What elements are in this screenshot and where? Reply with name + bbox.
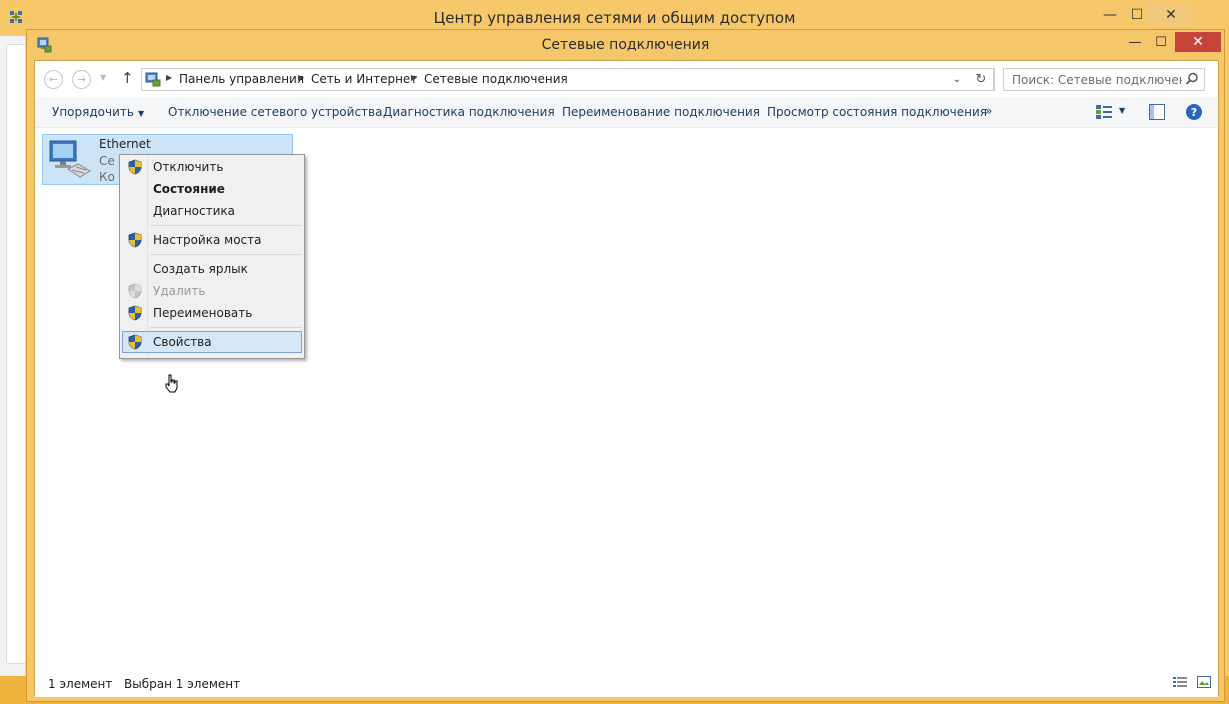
- back-button[interactable]: ←: [44, 70, 63, 89]
- organize-label: Упорядочить: [52, 105, 134, 119]
- view-options-chevron-down-icon[interactable]: ▼: [1119, 106, 1125, 115]
- close-button[interactable]: ✕: [1175, 32, 1221, 52]
- background-minimize-button[interactable]: —: [1097, 4, 1123, 26]
- menu-item-delete: Удалить: [122, 280, 302, 302]
- search-box[interactable]: [1003, 68, 1205, 91]
- menu-item-disable[interactable]: Отключить: [122, 156, 302, 178]
- breadcrumb-separator-icon: ▶: [166, 73, 173, 82]
- organize-button[interactable]: Упорядочить ▼: [52, 105, 144, 119]
- more-commands-button[interactable]: »: [985, 104, 992, 118]
- forward-button[interactable]: →: [72, 70, 91, 89]
- menu-item-create-shortcut[interactable]: Создать ярлык: [122, 258, 302, 280]
- uac-shield-icon: [128, 334, 142, 350]
- breadcrumb-network-connections[interactable]: Сетевые подключения: [424, 72, 568, 86]
- menu-item-diagnostics[interactable]: Диагностика: [122, 200, 302, 222]
- menu-item-label: Переименовать: [153, 306, 253, 320]
- connection-device: Ко: [99, 170, 115, 184]
- change-view-icon[interactable]: [1095, 104, 1113, 120]
- breadcrumb-network-internet[interactable]: Сеть и Интернет: [311, 72, 417, 86]
- menu-separator: [150, 225, 302, 226]
- menu-item-rename[interactable]: Переименовать: [122, 302, 302, 324]
- menu-separator: [150, 327, 302, 328]
- status-bar: 1 элемент Выбран 1 элемент: [35, 667, 1218, 697]
- search-input[interactable]: [1004, 69, 1182, 90]
- disable-device-button[interactable]: Отключение сетевого устройства: [168, 105, 382, 119]
- control-panel-icon: [145, 72, 161, 87]
- view-status-button[interactable]: Просмотр состояния подключения: [767, 105, 987, 119]
- network-connections-window: Сетевые подключения — ☐ ✕ ← → ▼ ↑ ▶ Пане…: [26, 29, 1225, 702]
- background-window-pane: [6, 44, 26, 664]
- menu-separator: [150, 254, 302, 255]
- details-view-icon[interactable]: [1173, 676, 1187, 688]
- ethernet-adapter-icon: [49, 140, 91, 178]
- connection-name: Ethernet: [99, 137, 151, 151]
- connections-list: Ethernet Се Ко Отключить Состояние Диагн…: [35, 128, 1218, 667]
- address-bar[interactable]: ▶ Панель управления ▶ Сеть и Интернет ▶ …: [141, 68, 995, 91]
- item-count: 1 элемент: [48, 677, 113, 691]
- breadcrumb-separator-icon: ▶: [298, 73, 305, 82]
- window-client: ← → ▼ ↑ ▶ Панель управления ▶ Сеть и Инт…: [34, 60, 1219, 697]
- menu-item-properties[interactable]: Свойства: [122, 331, 302, 353]
- navigation-bar: ← → ▼ ↑ ▶ Панель управления ▶ Сеть и Инт…: [35, 61, 1218, 97]
- selected-count: Выбран 1 элемент: [124, 677, 241, 691]
- uac-shield-icon: [128, 283, 142, 299]
- breadcrumb-control-panel[interactable]: Панель управления: [179, 72, 304, 86]
- rename-button[interactable]: Переименование подключения: [562, 105, 760, 119]
- background-close-button[interactable]: ✕: [1148, 4, 1194, 26]
- search-icon[interactable]: [1185, 72, 1199, 86]
- background-window-title: Центр управления сетями и общим доступом: [433, 9, 796, 27]
- menu-item-status[interactable]: Состояние: [122, 178, 302, 200]
- large-icons-view-icon[interactable]: [1197, 676, 1211, 688]
- connection-network: Се: [99, 154, 115, 168]
- mouse-cursor-icon: [165, 374, 178, 393]
- menu-item-label: Диагностика: [153, 204, 236, 218]
- menu-item-label: Свойства: [153, 335, 212, 349]
- window-title: Сетевые подключения: [541, 37, 710, 53]
- menu-item-label: Отключить: [153, 160, 224, 174]
- menu-item-label: Удалить: [153, 284, 206, 298]
- uac-shield-icon: [128, 232, 142, 248]
- background-window-content: [0, 36, 26, 676]
- diagnose-button[interactable]: Диагностика подключения: [383, 105, 555, 119]
- minimize-button[interactable]: —: [1122, 32, 1148, 52]
- chevron-down-icon: ▼: [137, 109, 145, 118]
- menu-item-label: Создать ярлык: [153, 262, 248, 276]
- maximize-button[interactable]: ☐: [1148, 32, 1174, 52]
- refresh-button[interactable]: ↻: [969, 68, 994, 91]
- window-titlebar[interactable]: Сетевые подключения — ☐ ✕: [27, 30, 1224, 60]
- breadcrumb-separator-icon: ▶: [411, 73, 418, 82]
- command-bar: Упорядочить ▼ Отключение сетевого устройс…: [35, 97, 1218, 128]
- menu-item-label: Настройка моста: [153, 233, 262, 247]
- recent-locations-chevron-down-icon[interactable]: ▼: [100, 73, 106, 82]
- help-icon[interactable]: ?: [1186, 104, 1202, 120]
- background-maximize-button[interactable]: ☐: [1124, 4, 1150, 26]
- uac-shield-icon: [128, 159, 142, 175]
- uac-shield-icon: [128, 305, 142, 321]
- context-menu: Отключить Состояние Диагностика Настройк…: [119, 154, 305, 359]
- address-history-chevron-down-icon[interactable]: ⌄: [950, 72, 964, 87]
- up-arrow-icon[interactable]: ↑: [121, 69, 134, 87]
- menu-item-label: Состояние: [153, 182, 225, 196]
- menu-item-bridge[interactable]: Настройка моста: [122, 229, 302, 251]
- preview-pane-icon[interactable]: [1149, 104, 1165, 120]
